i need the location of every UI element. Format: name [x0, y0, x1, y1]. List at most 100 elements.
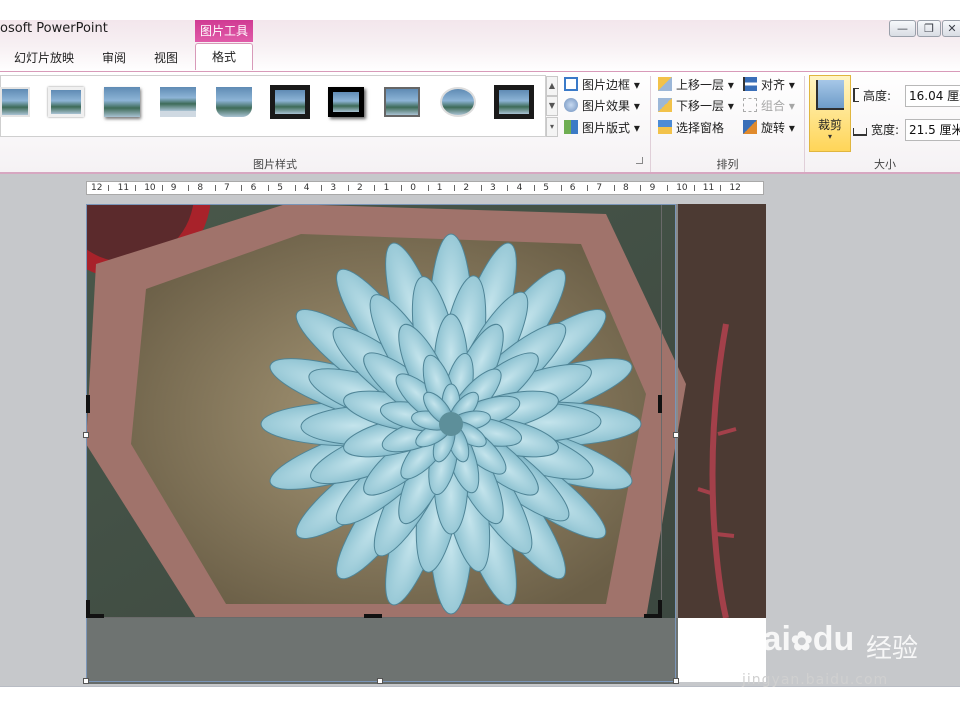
rotate-button[interactable]: 旋转 ▾	[743, 118, 795, 138]
ruler-tick	[613, 185, 615, 191]
style-thumb[interactable]	[328, 87, 364, 117]
ruler-tick	[427, 185, 429, 191]
style-thumb[interactable]	[494, 85, 534, 119]
dialog-launcher-icon[interactable]	[636, 157, 643, 164]
width-icon	[853, 128, 867, 136]
align-button[interactable]: 对齐 ▾	[743, 75, 795, 95]
ruler-tick	[161, 185, 163, 191]
resize-handle-bottom[interactable]	[377, 678, 383, 684]
ruler-label: 3	[330, 183, 337, 193]
baidu-jingyan-watermark: Bai✿du 经验 jingyan.baidu.com	[738, 620, 919, 688]
ruler-tick	[666, 185, 668, 191]
ruler-tick	[507, 185, 509, 191]
crop-handle-bottom[interactable]	[364, 614, 382, 618]
send-backward-button[interactable]: 下移一层 ▾	[658, 96, 734, 116]
group-icon	[743, 98, 757, 112]
style-thumb[interactable]	[384, 87, 420, 117]
style-thumb[interactable]	[160, 87, 196, 117]
ruler-label: 5	[543, 183, 549, 193]
crop-handle-bottom-left[interactable]	[86, 614, 104, 618]
ruler-label: 12	[729, 183, 741, 193]
ruler-label: 0	[410, 183, 416, 193]
size-group-label: 大小	[874, 158, 896, 171]
crop-handle-bottom-right[interactable]	[644, 614, 662, 618]
close-button[interactable]: ✕	[942, 20, 960, 37]
horizontal-ruler[interactable]: 12 11 10 9 8 7 6 5 4 3 2 1 0 1 2 3 4 5 6 7 8 9 10 11 12	[86, 181, 764, 195]
ruler-label: 8	[197, 183, 204, 193]
ruler-label: 4	[516, 183, 523, 193]
resize-handle-bottom-left[interactable]	[83, 678, 89, 684]
gallery-scroll-down[interactable]: ▼	[546, 96, 558, 116]
ruler-label: 6	[569, 183, 576, 193]
ruler-tick	[480, 185, 482, 191]
picture-layout-button[interactable]: 图片版式 ▾	[564, 118, 640, 138]
crop-handle-left[interactable]	[86, 395, 90, 413]
ruler-tick	[214, 185, 216, 191]
ruler-tick	[294, 185, 296, 191]
arrange-group-label: 排列	[716, 158, 739, 171]
style-thumb[interactable]	[216, 87, 252, 117]
restore-button[interactable]: ❐	[917, 20, 941, 37]
picture-layout-icon	[564, 120, 578, 134]
align-icon	[743, 77, 757, 91]
ruler-label: 3	[490, 183, 496, 193]
crop-button[interactable]: 裁剪 ▾	[809, 75, 851, 152]
app-title: osoft PowerPoint	[0, 21, 108, 36]
height-input[interactable]: 16.04 厘米	[905, 85, 960, 107]
ruler-label: 7	[596, 183, 603, 193]
resize-handle-right[interactable]	[673, 432, 679, 438]
selection-pane-icon	[658, 120, 672, 134]
tab-format[interactable]: 格式	[195, 43, 253, 70]
ruler-label: 7	[224, 183, 230, 193]
selection-pane-button[interactable]: 选择窗格	[658, 118, 724, 138]
ruler-tick	[374, 185, 376, 191]
ruler-tick	[108, 185, 110, 191]
ruler-label: 11	[117, 183, 130, 193]
picture-tools-context-label: 图片工具	[195, 20, 253, 42]
picture-styles-group-label: 图片样式	[253, 158, 297, 171]
width-input[interactable]: 21.5 厘米	[905, 119, 960, 141]
bring-forward-button[interactable]: 上移一层 ▾	[658, 75, 734, 95]
bring-forward-icon	[658, 77, 672, 91]
gallery-more-button[interactable]: ▾	[546, 117, 558, 137]
ruler-tick	[241, 185, 243, 191]
gallery-scroll-up[interactable]: ▲	[546, 76, 558, 96]
style-thumb[interactable]	[270, 85, 310, 119]
rotate-icon	[743, 120, 757, 134]
group-button[interactable]: 组合 ▾	[743, 96, 795, 116]
picture-bounds	[86, 204, 676, 682]
style-thumb[interactable]	[104, 87, 140, 117]
crop-handle-right[interactable]	[658, 395, 662, 413]
picture-effects-button[interactable]: 图片效果 ▾	[564, 96, 640, 116]
ruler-label: 10	[676, 183, 688, 193]
tab-slideshow[interactable]: 幻灯片放映	[5, 46, 83, 70]
ruler-tick	[400, 185, 402, 191]
picture-border-button[interactable]: 图片边框 ▾	[564, 75, 640, 95]
height-label: 高度:	[853, 86, 891, 106]
minimize-button[interactable]: —	[889, 20, 916, 37]
ruler-label: 4	[303, 183, 310, 193]
resize-handle-left[interactable]	[83, 432, 89, 438]
ruler-label: 10	[144, 183, 156, 193]
ruler-label: 9	[170, 183, 177, 193]
resize-handle-bottom-right[interactable]	[673, 678, 679, 684]
ruler-label: 2	[357, 183, 363, 193]
tab-review[interactable]: 审阅	[92, 46, 136, 70]
width-label: 宽度:	[853, 120, 899, 140]
tab-view[interactable]: 视图	[144, 46, 188, 70]
ruler-label: 6	[250, 183, 257, 193]
height-icon	[853, 88, 859, 102]
ruler-tick	[640, 185, 642, 191]
title-bar	[0, 0, 960, 20]
ruler-tick	[720, 185, 722, 191]
style-thumb[interactable]	[0, 87, 30, 117]
send-backward-icon	[658, 98, 672, 112]
ruler-tick	[347, 185, 349, 191]
ruler-tick	[321, 185, 323, 191]
style-thumb[interactable]	[48, 87, 84, 117]
ruler-label: 9	[649, 183, 656, 193]
style-thumb[interactable]	[440, 87, 476, 117]
ruler-tick	[560, 185, 562, 191]
crop-icon	[816, 80, 844, 110]
crop-dropdown-icon: ▾	[827, 132, 832, 141]
